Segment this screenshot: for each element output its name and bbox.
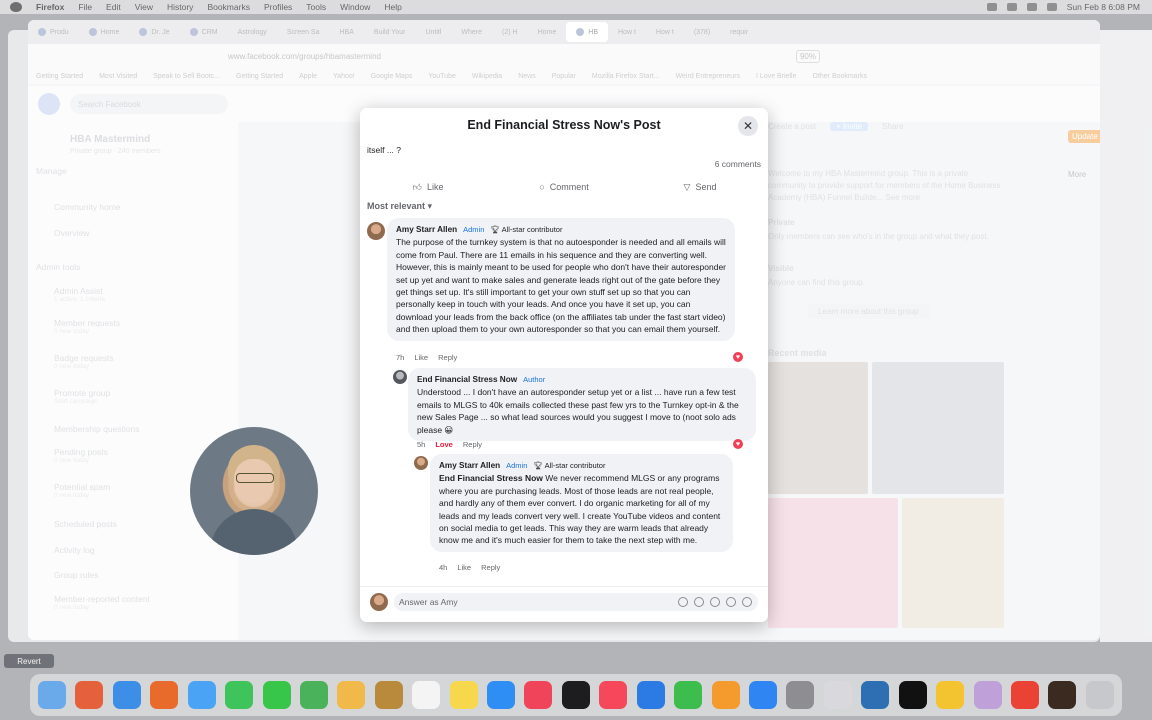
comment-meta: 7h Like Reply [396,353,457,362]
notes-icon[interactable] [449,681,478,709]
reminders-icon[interactable] [412,681,441,709]
comment-text: Understood ... I don't have an autorespo… [417,387,739,435]
maps-icon[interactable] [299,681,328,709]
modal-title: End Financial Stress Now's Post [467,118,661,132]
composer-avatar [370,593,388,611]
news-icon[interactable] [599,681,628,709]
pages-icon[interactable] [711,681,740,709]
numbers-icon[interactable] [674,681,703,709]
heart-reaction-icon[interactable]: ♥ [733,439,743,449]
facetime-icon[interactable] [225,681,254,709]
admin-badge: Admin [506,461,528,470]
comment-button[interactable]: ○ Comment [496,178,632,196]
quill-app-icon[interactable] [1048,681,1077,709]
music-icon[interactable] [524,681,553,709]
comment-meta: 4h Like Reply [439,563,500,572]
comment-like-button[interactable]: Like [414,353,428,362]
comment-sort-dropdown[interactable]: Most relevant ▾ [367,201,432,212]
post-actions: 👍︎ Like ○ Comment ▽ Send [360,178,768,196]
launchpad-icon[interactable] [75,681,104,709]
contributor-badge: 🏆︎ All-star contributor [533,461,606,470]
comment-list: Amy Starr Allen Admin 🏆︎ All-star contribu… [360,218,768,586]
comment-time[interactable]: 7h [396,353,404,362]
like-button[interactable]: 👍︎ Like [360,178,496,196]
mention-link[interactable]: End Financial Stress Now [439,473,543,483]
close-button[interactable]: ✕ [738,116,758,136]
comment-count[interactable]: 6 comments [715,159,761,169]
close-window-app-icon[interactable] [936,681,965,709]
screen-capture-icon[interactable] [861,681,890,709]
chatgpt-icon[interactable] [898,681,927,709]
close-icon: ✕ [742,119,754,133]
firefox-icon[interactable] [150,681,179,709]
answer-input[interactable]: Answer as Amy [394,593,758,611]
comment-text: The purpose of the turnkey system is tha… [396,237,727,335]
avatar[interactable] [367,222,385,240]
comment-author[interactable]: End Financial Stress Now [417,375,517,384]
comment-author[interactable]: Amy Starr Allen [439,461,500,470]
messages-icon[interactable] [262,681,291,709]
comment-reply-button[interactable]: Reply [463,440,482,449]
send-button[interactable]: ▽ Send [632,178,768,196]
photos-icon[interactable] [337,681,366,709]
comment-reply-button[interactable]: Reply [438,353,457,362]
admin-badge: Admin [463,225,485,234]
revert-button[interactable]: Revert [4,654,54,668]
dock [30,674,1122,716]
gif-icon[interactable] [726,597,736,607]
comment-reply-button[interactable]: Reply [481,563,500,572]
comment-text: We never recommend MLGS or any programs … [439,473,721,546]
send-icon: ▽ [683,181,691,192]
automator-icon[interactable] [973,681,1002,709]
tv-icon[interactable] [561,681,590,709]
finder-icon[interactable] [38,681,66,709]
contributor-badge: 🏆︎ All-star contributor [490,225,563,234]
avatar[interactable] [414,456,428,470]
comment-bubble: Amy Starr Allen Admin 🏆︎ All-star contribu… [430,454,733,552]
contacts-icon[interactable] [374,681,403,709]
mail-icon[interactable] [187,681,216,709]
trash-icon[interactable] [1085,681,1114,709]
comment-bubble: Amy Starr Allen Admin 🏆︎ All-star contribu… [387,218,735,341]
thumbs-up-icon: 👍︎ [412,181,422,192]
comment-meta: 5h Love Reply [417,440,482,449]
freeform-icon[interactable] [487,681,516,709]
system-settings-icon[interactable] [786,681,815,709]
comment-time[interactable]: 5h [417,440,425,449]
comment-time[interactable]: 4h [439,563,447,572]
webcam-overlay [190,427,318,555]
keynote-icon[interactable] [636,681,665,709]
author-badge: Author [523,375,546,384]
webcam-person-glasses [236,473,274,483]
composer-tools [678,597,752,607]
comment-author[interactable]: Amy Starr Allen [396,225,457,234]
post-snippet: itself ... ? [367,145,402,155]
emoji-icon[interactable] [694,597,704,607]
avatar-sticker-icon[interactable] [678,597,688,607]
app-store-icon[interactable] [749,681,778,709]
comment-love-button[interactable]: Love [435,440,453,449]
safari-icon[interactable] [112,681,141,709]
sticker-icon[interactable] [742,597,752,607]
iphone-mirroring-icon[interactable] [823,681,852,709]
heart-reaction-icon[interactable]: ♥ [733,352,743,362]
comment-bubble: End Financial Stress Now Author Understoo… [408,368,756,442]
webcam-person-body [210,509,298,555]
camera-icon[interactable] [710,597,720,607]
reply-composer: Answer as Amy [360,586,768,622]
comment-like-button[interactable]: Like [457,563,471,572]
avatar[interactable] [393,370,407,384]
chrome-icon[interactable] [1010,681,1039,709]
caret-down-icon: ▾ [427,201,433,211]
post-modal: End Financial Stress Now's Post ✕ itself… [360,108,768,622]
comment-icon: ○ [539,182,545,192]
